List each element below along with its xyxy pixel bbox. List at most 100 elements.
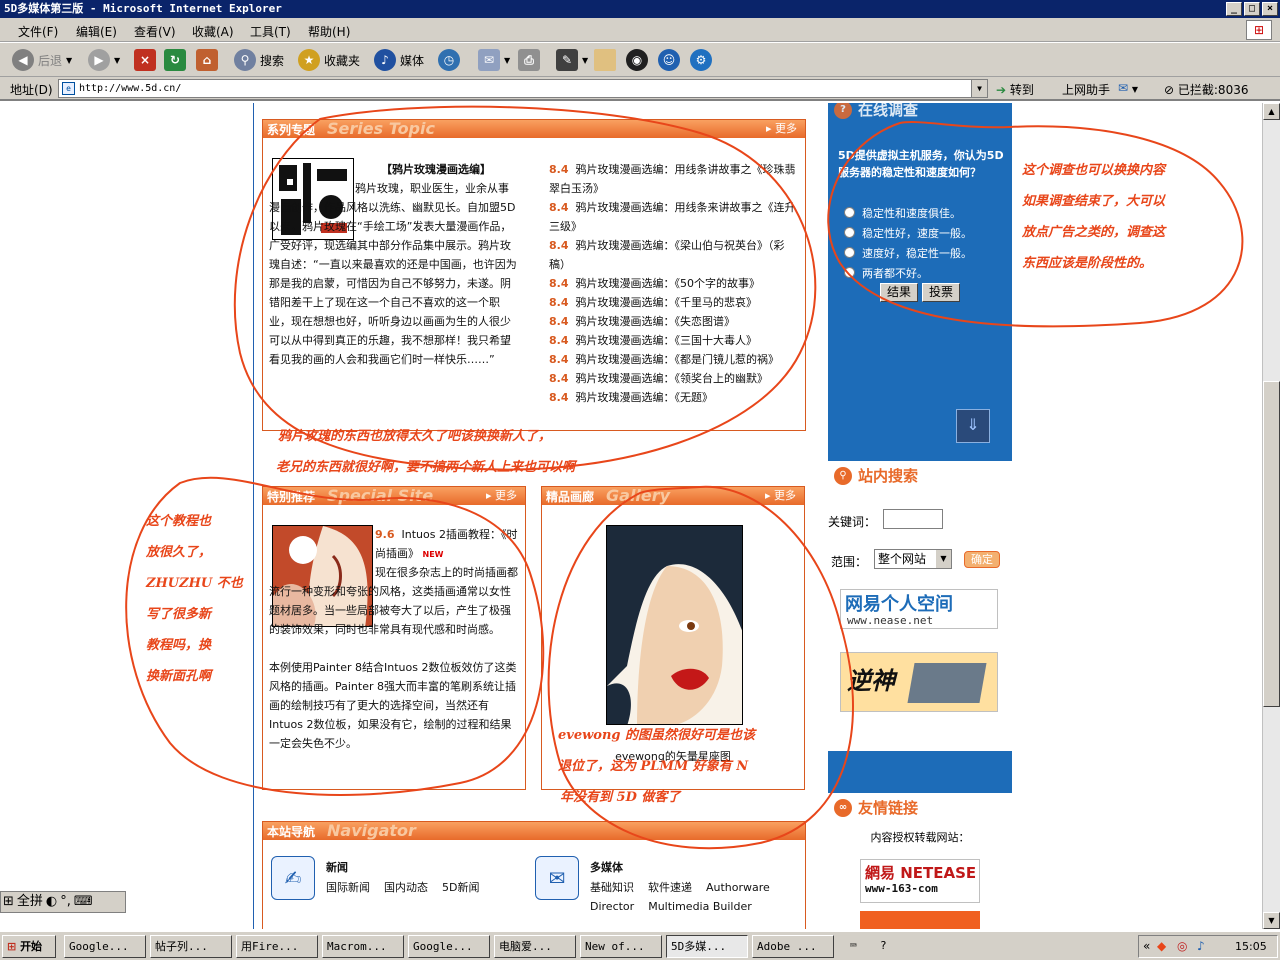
ime-mode[interactable]: 全拼 xyxy=(17,892,43,912)
chevron-down-icon: ▼ xyxy=(66,55,73,65)
scroll-up-arrow[interactable]: ▲ xyxy=(1263,103,1280,120)
chevron-down-icon: ▼ xyxy=(504,55,511,65)
blocked-count: 已拦截:8036 xyxy=(1177,83,1249,97)
maximize-button[interactable]: □ xyxy=(1244,2,1260,16)
toolbar: ◀ 后退 ▼ ▶ ▼ × ↻ ⌂ ⚲ 搜索 ★ 收藏夹 ♪ 媒体 ◷ ✉ ▼ ⎙ … xyxy=(0,43,1280,77)
task-button[interactable]: Adobe ... xyxy=(752,935,834,958)
notes-button[interactable] xyxy=(594,47,616,73)
print-icon: ⎙ xyxy=(518,49,540,71)
print-button[interactable]: ⎙ xyxy=(518,47,540,73)
page-viewport: 系列专题 Series Topic ▸ 更多 【鸦片玫瑰漫画选编】 鸦片玫瑰，职业… xyxy=(0,103,1262,929)
mail-button[interactable]: ✉ ▼ xyxy=(478,47,510,73)
menu-file[interactable]: 文件(F) xyxy=(18,23,58,40)
task-button[interactable]: New of... xyxy=(580,935,662,958)
close-button[interactable]: × xyxy=(1262,2,1278,16)
start-label: 开始 xyxy=(20,940,43,953)
annotation-circle xyxy=(125,476,545,796)
system-tray: « ◆ ◎ ♪ 15:05 xyxy=(1138,935,1278,958)
address-bar: 地址(D) e http://www.5d.cn/ ▼ ➔ 转到 上网助手 ✉ … xyxy=(0,77,1280,101)
qq-icon: ☺ xyxy=(658,49,680,71)
task-button[interactable]: 帖子列... xyxy=(150,935,232,958)
chevron-down-icon: ▼ xyxy=(114,55,121,65)
qq-button[interactable]: ☺ xyxy=(658,47,680,73)
page-icon: e xyxy=(62,82,75,95)
taskbar: ⊞ 开始 Google... 帖子列... 用Fire... Macrom...… xyxy=(0,931,1280,960)
home-button[interactable]: ⌂ xyxy=(196,47,218,73)
keyboard-icon[interactable]: ⌨ xyxy=(74,892,93,912)
media-button[interactable]: ♪ 媒体 xyxy=(374,47,424,73)
forward-button[interactable]: ▶ ▼ xyxy=(88,47,120,73)
menu-help[interactable]: 帮助(H) xyxy=(308,23,350,40)
address-input[interactable]: e http://www.5d.cn/ ▼ xyxy=(58,79,988,98)
task-button[interactable]: Google... xyxy=(408,935,490,958)
edit-button[interactable]: ✎ ▼ xyxy=(556,47,588,73)
media-label: 媒体 xyxy=(400,53,425,68)
search-button[interactable]: ⚲ 搜索 xyxy=(234,47,284,73)
punctuation-icon[interactable]: °, xyxy=(60,892,71,912)
start-button[interactable]: ⊞ 开始 xyxy=(2,935,56,958)
address-dropdown[interactable]: ▼ xyxy=(971,80,987,97)
task-button[interactable]: Google... xyxy=(64,935,146,958)
back-arrow-icon: ◀ xyxy=(12,49,34,71)
help-icon[interactable]: ? xyxy=(876,935,902,958)
media-icon: ♪ xyxy=(374,49,396,71)
task-button[interactable]: 用Fire... xyxy=(236,935,318,958)
messenger-icon: ◉ xyxy=(626,49,648,71)
menu-edit[interactable]: 编辑(E) xyxy=(76,23,117,40)
home-icon: ⌂ xyxy=(196,49,218,71)
annotation-circle xyxy=(547,485,854,850)
task-button[interactable]: Macrom... xyxy=(322,935,404,958)
window-titlebar: 5D多媒体第三版 - Microsoft Internet Explorer _… xyxy=(0,0,1280,18)
back-button[interactable]: ◀ 后退 ▼ xyxy=(12,47,72,73)
search-icon: ⚲ xyxy=(234,49,256,71)
settings-button[interactable]: ⚙ xyxy=(690,47,712,73)
minimize-button[interactable]: _ xyxy=(1226,2,1242,16)
scroll-thumb[interactable] xyxy=(1263,381,1280,707)
search-label: 搜索 xyxy=(260,53,285,68)
helper-dropdown[interactable]: ✉ ▼ xyxy=(1118,81,1138,95)
halfwidth-icon[interactable]: ◐ xyxy=(46,892,57,912)
keyboard-icon[interactable]: ⌨ xyxy=(846,935,872,958)
note-icon xyxy=(594,49,616,71)
shield-icon[interactable]: ◆ xyxy=(1157,936,1166,957)
go-arrow-icon: ➔ xyxy=(996,83,1007,97)
tray-expand-icon[interactable]: « xyxy=(1143,936,1150,957)
vertical-scrollbar[interactable]: ▲ ▼ xyxy=(1262,103,1280,929)
history-button[interactable]: ◷ xyxy=(438,47,460,73)
star-icon: ★ xyxy=(298,49,320,71)
favorites-label: 收藏夹 xyxy=(324,53,361,68)
go-button[interactable]: ➔ 转到 xyxy=(996,81,1034,98)
ime-logo-icon: ⊞ xyxy=(3,894,14,909)
annotation-circle xyxy=(827,121,1244,328)
favorites-button[interactable]: ★ 收藏夹 xyxy=(298,47,360,73)
menu-favorites[interactable]: 收藏(A) xyxy=(192,23,234,40)
block-icon: ⊘ xyxy=(1164,83,1175,97)
task-button[interactable]: 5D多媒... xyxy=(666,935,748,958)
history-icon: ◷ xyxy=(438,49,460,71)
stop-button[interactable]: × xyxy=(134,47,156,73)
messenger-button[interactable]: ◉ xyxy=(626,47,648,73)
go-label: 转到 xyxy=(1009,83,1034,97)
refresh-icon: ↻ xyxy=(164,49,186,71)
helper-button[interactable]: 上网助手 xyxy=(1062,81,1110,98)
annotation-scribbles xyxy=(125,105,1244,850)
antivirus-icon[interactable]: ◎ xyxy=(1177,936,1187,957)
address-label: 地址(D) xyxy=(10,83,53,97)
refresh-button[interactable]: ↻ xyxy=(164,47,186,73)
mail-icon: ✉ xyxy=(478,49,500,71)
scroll-down-arrow[interactable]: ▼ xyxy=(1263,912,1280,929)
annotation-circle xyxy=(233,105,817,471)
clock: 15:05 xyxy=(1235,940,1267,953)
back-label: 后退 xyxy=(38,53,63,68)
popup-blocker[interactable]: ⊘ 已拦截:8036 xyxy=(1164,81,1248,98)
mail-icon: ✉ xyxy=(1118,81,1129,95)
menu-tools[interactable]: 工具(T) xyxy=(250,23,291,40)
task-button[interactable]: 电脑爱... xyxy=(494,935,576,958)
volume-icon[interactable]: ♪ xyxy=(1197,936,1205,957)
windows-flag-icon: ⊞ xyxy=(1246,20,1272,40)
window-title: 5D多媒体第三版 - Microsoft Internet Explorer xyxy=(4,2,282,15)
ime-toolbar[interactable]: ⊞ 全拼 ◐ °, ⌨ xyxy=(0,891,126,913)
stop-icon: × xyxy=(134,49,156,71)
menu-view[interactable]: 查看(V) xyxy=(134,23,176,40)
edit-icon: ✎ xyxy=(556,49,578,71)
